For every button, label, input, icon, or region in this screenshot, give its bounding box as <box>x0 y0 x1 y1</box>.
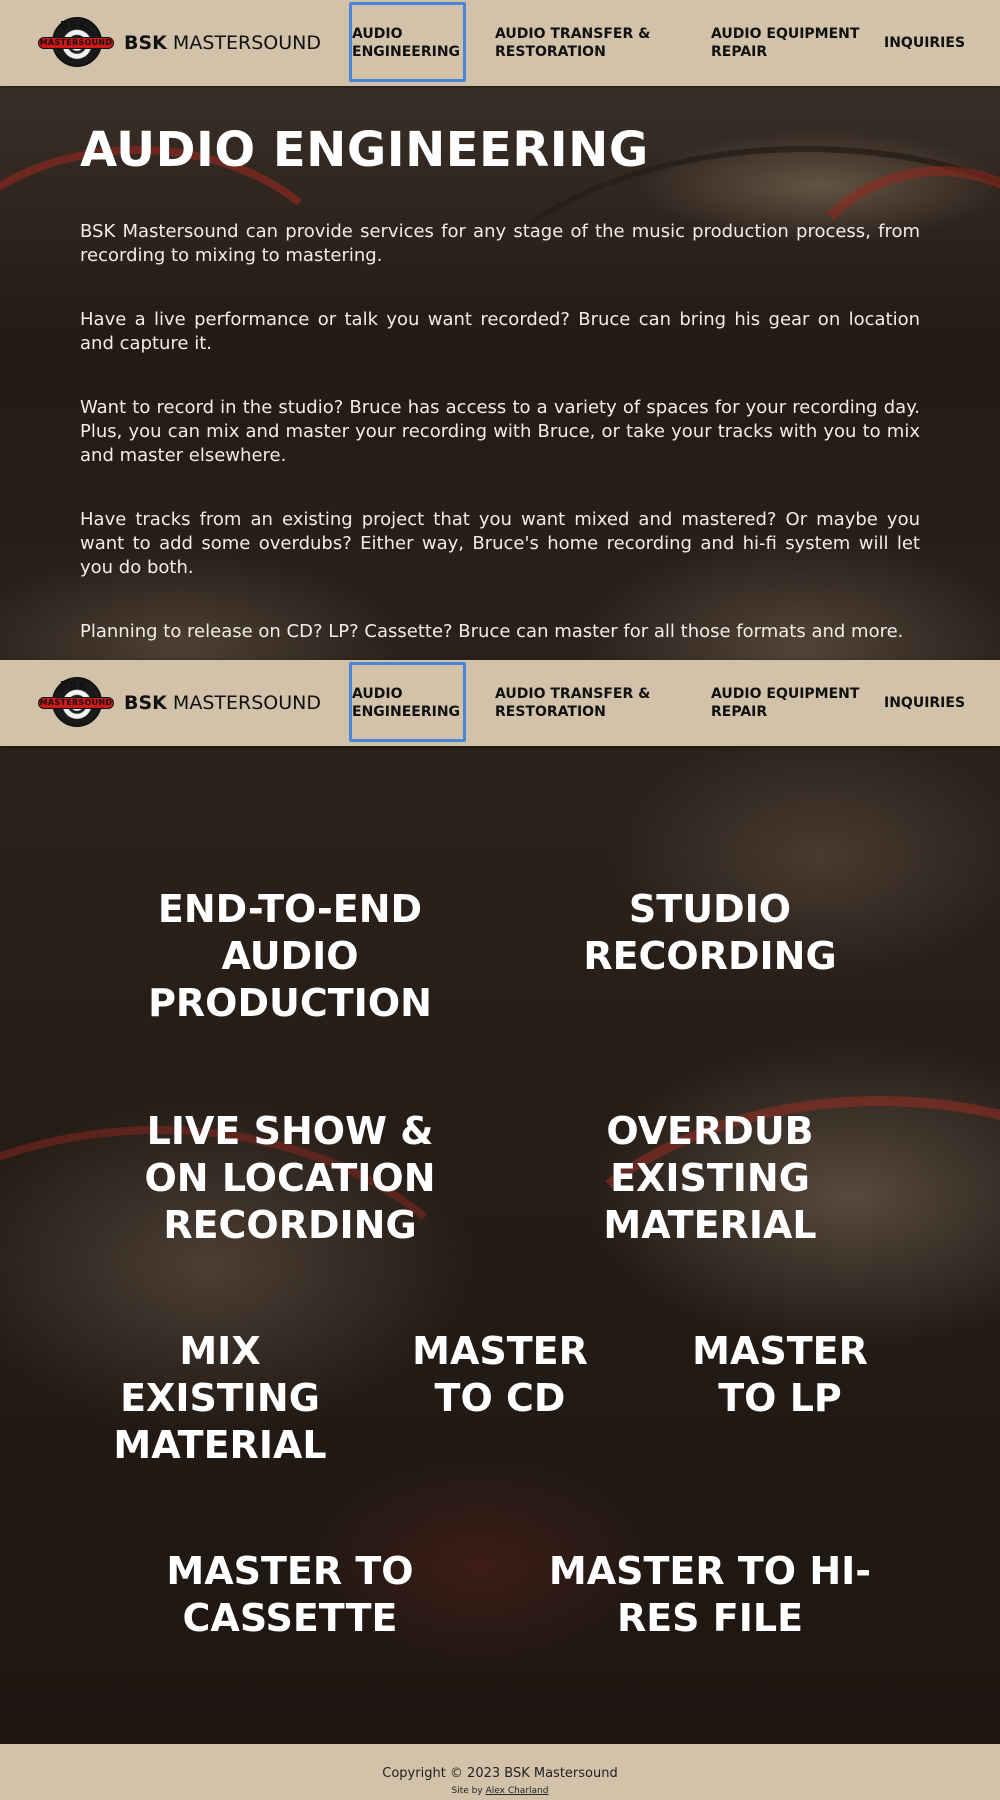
live-recording-paragraph: Have a live performance or talk you want… <box>80 309 920 354</box>
service-master-cassette: MASTER TO CASSETTE <box>166 1549 414 1640</box>
nav-audio-transfer-restoration[interactable]: Audio Transfer & Restoration <box>495 0 675 86</box>
site-footer: Copyright © 2023 BSK Mastersound Site by… <box>0 1744 1000 1800</box>
site-credit: Site by Alex Charland <box>451 1786 549 1796</box>
nav-audio-equipment-repair[interactable]: Audio Equipment Repair <box>711 660 871 746</box>
page-title: AUDIO ENGINEERING <box>80 122 649 178</box>
brand-name: BSK MASTERSOUND <box>124 32 321 54</box>
studio-recording-paragraph: Want to record in the studio? Bruce has … <box>80 397 920 466</box>
hero-section: AUDIO ENGINEERING BSK Mastersound can pr… <box>0 86 1000 660</box>
brand-logo-link[interactable]: BSK MASTERSOUND BSK MASTERSOUND <box>38 16 321 70</box>
sticky-header: BSK MASTERSOUND BSK MASTERSOUND Audio En… <box>0 660 1000 746</box>
nav-inquiries[interactable]: Inquiries <box>884 660 994 746</box>
service-master-lp: MASTER TO LP <box>692 1329 868 1420</box>
nav-inquiries[interactable]: Inquiries <box>884 0 994 86</box>
formats-paragraph: Planning to release on CD? LP? Cassette?… <box>80 621 904 642</box>
services-section: END-TO-END AUDIO PRODUCTION STUDIO RECOR… <box>0 746 1000 1744</box>
brand-logo-link[interactable]: BSK MASTERSOUND BSK MASTERSOUND <box>38 676 321 730</box>
nav-audio-engineering[interactable]: Audio Engineering <box>352 660 467 746</box>
copyright-text: Copyright © 2023 BSK Mastersound <box>382 1766 618 1781</box>
credit-link[interactable]: Alex Charland <box>486 1786 549 1796</box>
service-master-cd: MASTER TO CD <box>412 1329 588 1420</box>
site-header: BSK MASTERSOUND BSK MASTERSOUND Audio En… <box>0 0 1000 86</box>
intro-paragraph: BSK Mastersound can provide services for… <box>80 221 920 266</box>
service-studio-recording: STUDIO RECORDING <box>583 887 837 978</box>
nav-audio-transfer-restoration[interactable]: Audio Transfer & Restoration <box>495 660 675 746</box>
service-end-to-end-production: END-TO-END AUDIO PRODUCTION <box>148 887 432 1025</box>
reel-logo-icon: BSK MASTERSOUND <box>38 16 118 70</box>
nav-audio-equipment-repair[interactable]: Audio Equipment Repair <box>711 0 871 86</box>
mix-master-paragraph: Have tracks from an existing project tha… <box>80 509 920 578</box>
service-overdub: OVERDUB EXISTING MATERIAL <box>603 1109 817 1247</box>
service-live-location-recording: LIVE SHOW & ON LOCATION RECORDING <box>144 1109 436 1247</box>
service-master-hi-res: MASTER TO HI-RES FILE <box>548 1549 872 1640</box>
reel-logo-icon: BSK MASTERSOUND <box>38 676 118 730</box>
service-mix: MIX EXISTING MATERIAL <box>113 1329 327 1467</box>
brand-name: BSK MASTERSOUND <box>124 692 321 714</box>
nav-audio-engineering[interactable]: Audio Engineering <box>352 0 467 86</box>
